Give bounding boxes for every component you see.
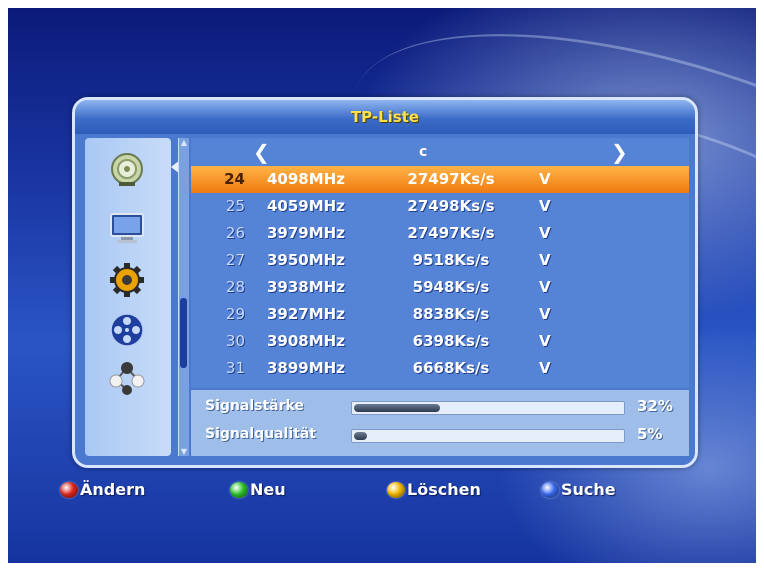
transponder-polarization: V [539, 305, 551, 323]
satellite-dish-icon[interactable] [107, 152, 147, 188]
transponder-polarization: V [539, 251, 551, 269]
transponder-symbol-rate: 6668Ks/s [412, 359, 490, 377]
transponder-symbol-rate: 6398Ks/s [412, 332, 490, 350]
transponder-polarization: V [539, 224, 551, 242]
transponder-polarization: V [539, 278, 551, 296]
transponder-row[interactable]: 25 4059MHz 27498Ks/s V [191, 193, 689, 220]
transponder-symbol-rate: 27497Ks/s [407, 224, 495, 242]
transponder-frequency: 4059MHz [267, 197, 345, 215]
green-button-new[interactable]: Neu [230, 480, 286, 499]
transponder-row[interactable]: 27 3950MHz 9518Ks/s V [191, 247, 689, 274]
signal-quality-bar [351, 429, 625, 443]
transponder-number: 25 [225, 197, 245, 215]
transponder-row[interactable]: 30 3908MHz 6398Ks/s V [191, 328, 689, 355]
transponder-symbol-rate: 27497Ks/s [407, 170, 495, 188]
transponder-number: 29 [225, 305, 245, 323]
transponder-symbol-rate: 9518Ks/s [412, 251, 490, 269]
tv-monitor-icon[interactable] [107, 210, 147, 246]
yellow-button-delete[interactable]: Löschen [387, 480, 481, 499]
yellow-button-icon [387, 481, 405, 498]
transponder-number: 28 [225, 278, 245, 296]
transponder-polarization: V [539, 170, 551, 188]
tp-list-panel: TP-Liste ▲ ▼ ❮ c ❯ 24 4098MHz 27497Ks/s … [72, 97, 698, 468]
transponder-number: 27 [225, 251, 245, 269]
transponder-row[interactable]: 24 4098MHz 27497Ks/s V [191, 166, 689, 193]
red-button-edit[interactable]: Ändern [60, 480, 145, 499]
red-button-label: Ändern [80, 480, 146, 499]
transponder-frequency: 4098MHz [267, 170, 345, 188]
transponder-frequency: 3908MHz [267, 332, 345, 350]
red-button-icon [60, 481, 78, 498]
transponder-symbol-rate: 27498Ks/s [407, 197, 495, 215]
signal-strength-value: 32% [637, 397, 673, 415]
signal-quality-fill [354, 432, 368, 440]
green-button-icon [230, 481, 248, 498]
scroll-down-arrow[interactable]: ▼ [179, 447, 189, 456]
blue-button-search[interactable]: Suche [541, 480, 616, 499]
satellite-name: c [419, 144, 428, 160]
transponder-row[interactable]: 31 3899MHz 6668Ks/s V [191, 355, 689, 382]
connection-nodes-icon[interactable] [107, 360, 147, 396]
transponder-row[interactable]: 26 3979MHz 27497Ks/s V [191, 220, 689, 247]
blue-button-icon [541, 481, 559, 498]
film-reel-icon[interactable] [107, 312, 147, 348]
green-button-label: Neu [250, 480, 286, 499]
satellite-nav: ❮ c ❯ [191, 138, 689, 166]
signal-strength-bar [351, 401, 625, 415]
transponder-number: 26 [225, 224, 245, 242]
transponder-row[interactable]: 29 3927MHz 8838Ks/s V [191, 301, 689, 328]
previous-satellite-button[interactable]: ❮ [253, 140, 270, 164]
sidebar [85, 138, 180, 456]
transponder-frequency: 3927MHz [267, 305, 345, 323]
signal-strength-label: Signalstärke [205, 398, 304, 414]
transponder-number: 24 [224, 170, 245, 188]
transponder-number: 31 [225, 359, 245, 377]
list-scrollbar[interactable]: ▲ ▼ [178, 138, 189, 456]
transponder-polarization: V [539, 332, 551, 350]
signal-quality-value: 5% [637, 425, 663, 443]
transponder-symbol-rate: 8838Ks/s [412, 305, 490, 323]
yellow-button-label: Löschen [407, 480, 481, 499]
signal-panel: Signalstärke 32% Signalqualität 5% [191, 390, 689, 456]
gear-icon[interactable] [107, 262, 147, 298]
blue-button-label: Suche [561, 480, 616, 499]
transponder-frequency: 3938MHz [267, 278, 345, 296]
signal-strength-fill [354, 404, 440, 412]
signal-quality-label: Signalqualität [205, 426, 316, 442]
panel-title: TP-Liste [75, 100, 695, 134]
tv-screen: TP-Liste ▲ ▼ ❮ c ❯ 24 4098MHz 27497Ks/s … [8, 8, 756, 563]
transponder-polarization: V [539, 197, 551, 215]
transponder-frequency: 3979MHz [267, 224, 345, 242]
transponder-polarization: V [539, 359, 551, 377]
scroll-up-arrow[interactable]: ▲ [179, 138, 189, 147]
transponder-symbol-rate: 5948Ks/s [412, 278, 490, 296]
next-satellite-button[interactable]: ❯ [611, 140, 628, 164]
transponder-frequency: 3950MHz [267, 251, 345, 269]
transponder-frequency: 3899MHz [267, 359, 345, 377]
scroll-thumb[interactable] [180, 298, 187, 368]
transponder-list: ❮ c ❯ 24 4098MHz 27497Ks/s V 25 4059MHz 27498K… [191, 138, 689, 388]
transponder-row[interactable]: 28 3938MHz 5948Ks/s V [191, 274, 689, 301]
transponder-number: 30 [225, 332, 245, 350]
